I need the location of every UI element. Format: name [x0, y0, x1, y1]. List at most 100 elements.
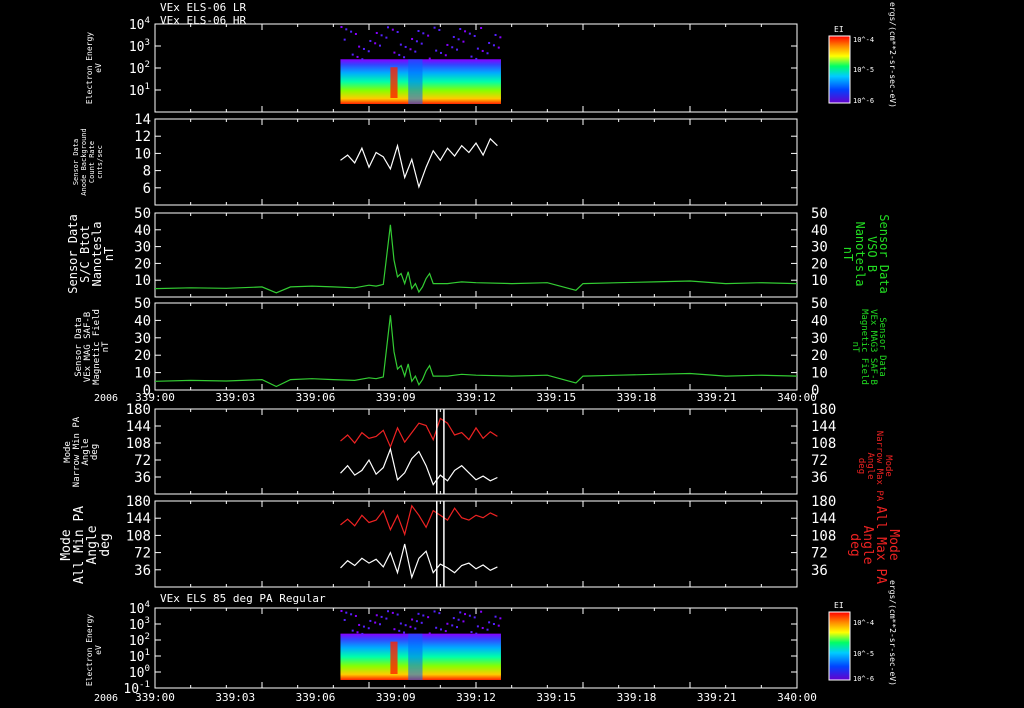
- flux-speck: [387, 610, 390, 613]
- flux-speck: [473, 34, 476, 37]
- svg-text:nT: nT: [101, 341, 111, 352]
- flux-speck: [367, 50, 370, 53]
- flux-speck: [396, 30, 399, 33]
- flux-speck: [351, 53, 354, 56]
- x-tick-label: 339:03: [215, 691, 255, 704]
- flux-speck: [356, 631, 359, 634]
- y-tick-label: 8: [143, 164, 151, 180]
- series-line-white: [340, 543, 498, 580]
- y-tick-label: 20: [134, 348, 151, 364]
- flux-speck: [488, 41, 491, 44]
- colorbar-bottom-tick: 10^-4: [853, 619, 874, 627]
- y-tick-label: 36: [134, 563, 151, 579]
- flux-speck: [499, 617, 502, 620]
- flux-speck: [404, 624, 407, 627]
- flux-speck: [391, 611, 394, 614]
- x-tick-label: 339:21: [697, 691, 737, 704]
- colorbar-top: EI 10^-4 10^-5 10^-6: [828, 25, 874, 105]
- flux-speck: [345, 28, 348, 31]
- flux-speck: [385, 36, 388, 39]
- flux-speck: [494, 33, 497, 36]
- y-tick-label: 20: [134, 256, 151, 272]
- flux-speck: [497, 624, 500, 627]
- y-tick-label-right: 50: [811, 296, 828, 312]
- y-tick-label-right: 108: [811, 528, 836, 544]
- x-tick-label: 339:15: [536, 391, 576, 404]
- y-tick-label: 72: [134, 546, 151, 562]
- svg-text:nT: nT: [850, 342, 860, 353]
- flux-speck: [375, 614, 378, 617]
- y-tick-label: 50: [134, 296, 151, 312]
- flux-speck: [411, 37, 414, 40]
- flux-speck: [343, 618, 346, 621]
- svg-text:Electron Energy: Electron Energy: [85, 614, 94, 686]
- flux-speck: [354, 614, 357, 617]
- flux-speck: [456, 626, 459, 629]
- year-label-bottom: 2006: [94, 693, 118, 704]
- x-tick-label: 340:00: [777, 691, 817, 704]
- flux-speck: [409, 48, 412, 51]
- flux-speck: [481, 49, 484, 52]
- flux-speck: [351, 629, 354, 632]
- flux-speck: [494, 615, 497, 618]
- flux-speck: [457, 618, 460, 621]
- series-line-white: [340, 447, 498, 486]
- flux-speck: [476, 625, 479, 628]
- flux-speck: [470, 631, 473, 634]
- flux-speck: [488, 621, 491, 624]
- flux-speck: [340, 610, 343, 612]
- y-tick-label: 180: [126, 402, 151, 418]
- x-tick-label: 339:06: [296, 391, 336, 404]
- ylabel-panel2: Sensor Data Anode Background Count Rate …: [72, 128, 104, 195]
- flux-speck: [375, 31, 378, 34]
- flux-burst: [390, 641, 398, 674]
- series-line-green: [154, 315, 798, 388]
- units-bottom: ergs/(cm**2-sr-sec-eV): [888, 580, 897, 686]
- panel-frame: [154, 302, 798, 391]
- flux-speck: [470, 55, 473, 58]
- y-tick-label: 10: [134, 366, 151, 382]
- flux-speck: [435, 49, 438, 52]
- colorbar-top-tick: 10^-5: [853, 66, 874, 74]
- flux-speck: [459, 611, 462, 614]
- flux-speck: [345, 611, 348, 614]
- flux-speck: [420, 621, 423, 624]
- flux-gap: [408, 59, 423, 104]
- flux-speck: [492, 622, 495, 625]
- flux-speck: [468, 32, 471, 35]
- flux-gap: [408, 633, 423, 680]
- y-tick-label: 0: [143, 383, 151, 399]
- spectrogram-top: [340, 26, 502, 104]
- ylabel-panel7: Electron Energy eV: [85, 614, 103, 686]
- flux-speck: [438, 28, 441, 31]
- flux-speck: [486, 628, 489, 631]
- x-tick-label: 339:21: [697, 391, 737, 404]
- y-tick-label: 12: [134, 129, 151, 145]
- panel-count_rate: 68 101214: [134, 112, 798, 206]
- flux-speck: [367, 627, 370, 630]
- y-tick-label-right: 108: [811, 436, 836, 452]
- y-tick-label: 108: [126, 436, 151, 452]
- y-tick-label-right: 36: [811, 470, 828, 486]
- flux-speck: [340, 26, 343, 28]
- ylabel-right-panel3: Sensor Data VSO B Nanotesla nT: [841, 214, 891, 293]
- flux-speck: [499, 36, 502, 39]
- flux-speck: [403, 56, 406, 59]
- series-line-red: [340, 417, 498, 449]
- tplot-figure: VEx ELS-06 LR VEx ELS-06 HR VEx ELS 85 d…: [59, 1, 901, 704]
- svg-text:deg: deg: [90, 444, 100, 460]
- panel-frame: [154, 118, 798, 206]
- flux-speck: [378, 44, 381, 47]
- flux-speck: [451, 46, 454, 49]
- y-tick-label: 36: [134, 470, 151, 486]
- flux-speck: [446, 622, 449, 625]
- flux-speck: [393, 628, 396, 631]
- ylabel-panel4: Sensor Data VEx MAG SAF-B Magnetic Field…: [74, 309, 111, 385]
- flux-speck: [411, 618, 414, 621]
- panel-bmag_sc: 10 1020 2030 3040 4050 50: [134, 206, 828, 298]
- ylabel-panel1: Electron Energy eV: [85, 32, 103, 104]
- svg-text:nT: nT: [841, 247, 855, 261]
- flux-speck: [399, 622, 402, 625]
- units-top: ergs/(cm**2-sr-sec-eV): [888, 2, 897, 108]
- colorbar-top-tick: 10^-4: [853, 36, 874, 44]
